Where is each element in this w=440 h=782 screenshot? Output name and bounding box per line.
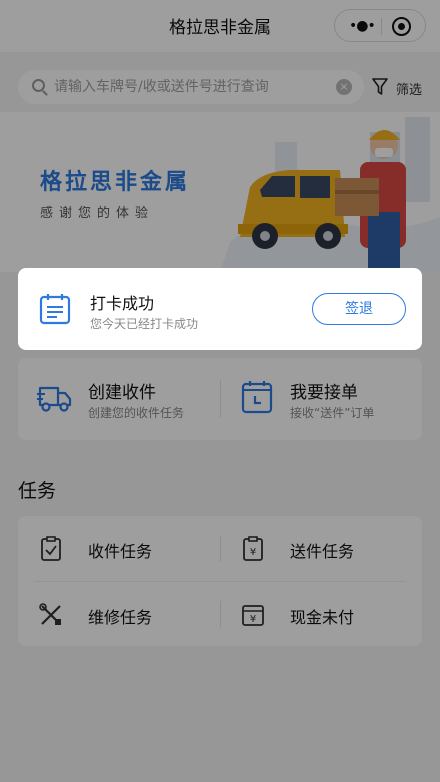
filter-label: 筛选 <box>396 83 423 98</box>
banner-subtitle: 感谢您的体验 <box>40 206 155 221</box>
checkin-subtitle: 您今天已经打卡成功 <box>90 317 199 331</box>
cash-unpaid-item[interactable]: ¥ 现金未付 <box>220 582 422 646</box>
checkin-card: 打卡成功 您今天已经打卡成功 签退 <box>18 268 422 350</box>
pickup-task-label: 收件任务 <box>88 542 153 561</box>
sign-out-button[interactable]: 签退 <box>312 293 406 325</box>
accept-order-title: 我要接单 <box>290 383 358 403</box>
mini-program-capsule: •●• <box>334 9 426 42</box>
page: 格拉思非金属 •●• × 筛选 格拉思非金属 感谢您的体验 <box>0 0 440 782</box>
accept-order-subtitle: 接收“送件”订单 <box>290 406 375 420</box>
delivery-truck-icon <box>37 386 72 412</box>
calendar-icon <box>39 294 71 325</box>
clipboard-check-icon <box>41 536 61 561</box>
hero-banner: 格拉思非金属 感谢您的体验 <box>0 112 440 272</box>
task-grid: 收件任务 ¥ 送件任务 维修任务 ¥ 现金未付 <box>18 516 422 646</box>
yen-box-icon: ¥ <box>242 605 264 626</box>
tasks-section-title: 任务 <box>18 480 57 502</box>
action-cards: 创建收件 创建您的收件任务 我要接单 接收“送件”订单 <box>18 358 422 440</box>
create-pickup-title: 创建收件 <box>88 383 156 403</box>
accept-order-card[interactable]: 我要接单 接收“送件”订单 <box>220 358 422 440</box>
delivery-illustration <box>220 117 440 272</box>
delivery-task-label: 送件任务 <box>290 542 355 561</box>
repair-task-item[interactable]: 维修任务 <box>18 582 220 646</box>
create-pickup-card[interactable]: 创建收件 创建您的收件任务 <box>18 358 220 440</box>
search-bar: × <box>18 70 364 104</box>
funnel-icon <box>372 78 388 95</box>
clipboard-yen-icon: ¥ <box>243 536 263 561</box>
search-input[interactable] <box>54 77 334 97</box>
pickup-task-item[interactable]: 收件任务 <box>18 516 220 580</box>
more-dots-icon[interactable]: •●• <box>349 19 376 33</box>
svg-text:¥: ¥ <box>250 547 256 558</box>
search-icon <box>32 79 45 92</box>
filter-button[interactable]: 筛选 <box>372 76 432 100</box>
nav-bar: 格拉思非金属 •●• <box>0 0 440 52</box>
clear-icon[interactable]: × <box>336 79 352 95</box>
svg-text:¥: ¥ <box>250 614 256 625</box>
calendar-clock-icon <box>241 381 273 414</box>
delivery-task-item[interactable]: ¥ 送件任务 <box>220 516 422 580</box>
cash-unpaid-label: 现金未付 <box>290 608 355 627</box>
checkin-title: 打卡成功 <box>90 294 155 313</box>
banner-title: 格拉思非金属 <box>40 170 191 195</box>
capsule-divider <box>381 18 382 35</box>
target-icon[interactable] <box>392 17 411 36</box>
create-pickup-subtitle: 创建您的收件任务 <box>88 406 185 420</box>
repair-task-label: 维修任务 <box>88 608 153 627</box>
tools-icon <box>39 603 61 625</box>
